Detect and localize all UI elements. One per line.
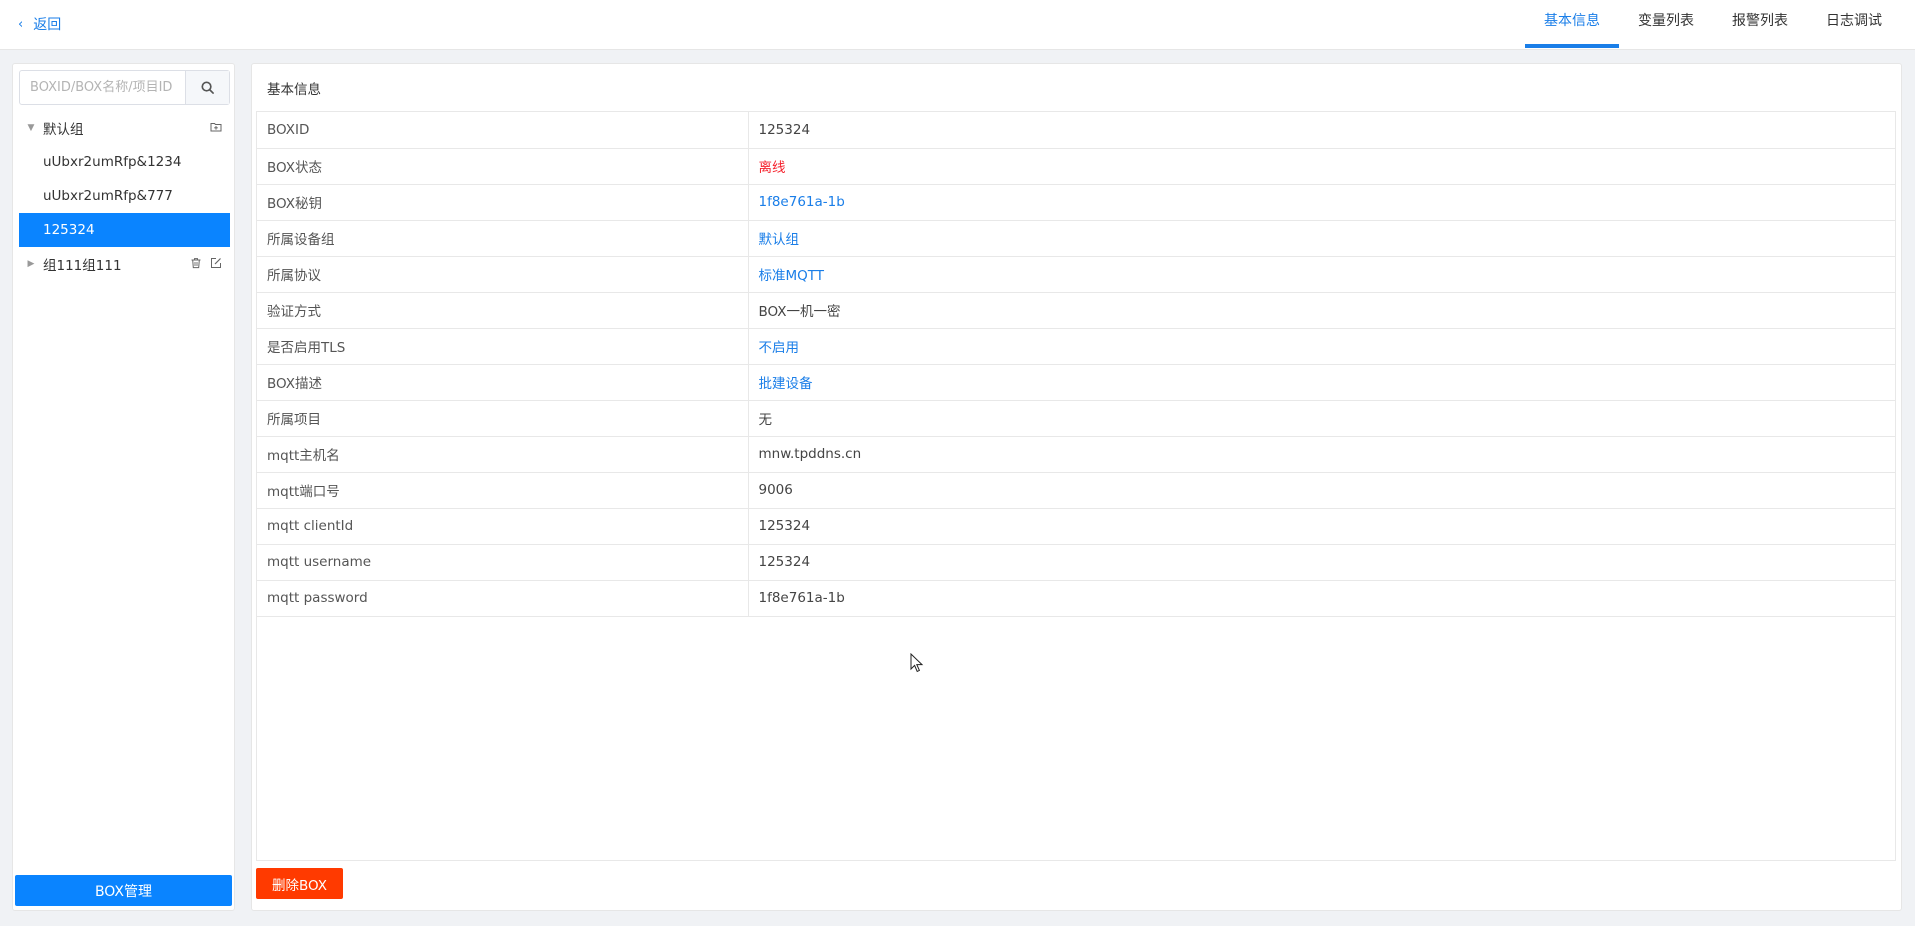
info-key: 所属项目 xyxy=(257,400,749,437)
info-value-link[interactable]: 1f8e761a-1b xyxy=(748,184,1895,221)
info-key: BOX描述 xyxy=(257,364,749,401)
delete-box-button[interactable]: 删除BOX xyxy=(256,868,343,899)
info-value-link[interactable]: 标准MQTT xyxy=(748,256,1895,293)
main-panel: 基本信息 BOXID 125324 BOX状态 离线 BOX秘钥 1f8e761a-1b 所… xyxy=(251,63,1902,911)
info-value: 1f8e761a-1b xyxy=(748,580,1895,617)
info-key: BOX状态 xyxy=(257,148,749,185)
caret-down-icon[interactable]: ▼ xyxy=(19,123,43,133)
box-manage-button[interactable]: BOX管理 xyxy=(15,875,232,906)
info-value: 125324 xyxy=(748,544,1895,581)
search-input[interactable] xyxy=(20,71,185,104)
info-value: BOX一机一密 xyxy=(748,292,1895,329)
top-bar: ‹ 返回 基本信息 变量列表 报警列表 日志调试 xyxy=(0,0,1915,50)
info-key: BOXID xyxy=(257,112,749,149)
search-icon xyxy=(201,81,214,94)
info-value: 125324 xyxy=(748,112,1895,149)
caret-right-icon[interactable]: ▶ xyxy=(19,259,43,269)
tab-basic-info[interactable]: 基本信息 xyxy=(1525,0,1619,50)
info-value-link[interactable]: 默认组 xyxy=(748,220,1895,257)
sidebar: ▼ 默认组 uUbxr2umRfp&1234 uUbxr2umRfp&777 1… xyxy=(12,63,235,911)
group-label: 默认组 xyxy=(43,122,84,138)
info-value: 9006 xyxy=(748,472,1895,509)
info-value: 离线 xyxy=(748,148,1895,185)
tree-item-device[interactable]: uUbxr2umRfp&1234 xyxy=(19,145,230,179)
info-row: 所属项目无 xyxy=(257,400,1895,437)
info-key: mqtt username xyxy=(257,544,749,581)
tree-group-default[interactable]: ▼ 默认组 xyxy=(19,111,230,145)
group-actions xyxy=(190,257,222,269)
info-value: 125324 xyxy=(748,508,1895,545)
info-row: 验证方式 BOX一机一密 xyxy=(257,292,1895,329)
info-value-link[interactable]: 不启用 xyxy=(748,328,1895,365)
delete-icon[interactable] xyxy=(190,257,202,269)
edit-icon[interactable] xyxy=(210,257,222,269)
info-key: 所属协议 xyxy=(257,256,749,293)
info-key: mqtt clientId xyxy=(257,508,749,545)
info-row: mqtt username 125324 xyxy=(257,544,1895,581)
panel-title: 基本信息 xyxy=(267,82,321,98)
back-label: 返回 xyxy=(33,17,62,33)
tab-log-debug[interactable]: 日志调试 xyxy=(1807,0,1901,50)
info-row: BOX状态 离线 xyxy=(257,148,1895,185)
back-link[interactable]: ‹ 返回 xyxy=(18,14,61,34)
tab-variable-list[interactable]: 变量列表 xyxy=(1619,0,1713,50)
tree-group-111[interactable]: ▶ 组111组111 xyxy=(19,247,230,281)
info-key: 所属设备组 xyxy=(257,220,749,257)
info-row: mqtt主机名 mnw.tpddns.cn xyxy=(257,436,1895,473)
device-tree: ▼ 默认组 uUbxr2umRfp&1234 uUbxr2umRfp&777 1… xyxy=(19,111,230,281)
tree-item-device[interactable]: uUbxr2umRfp&777 xyxy=(19,179,230,213)
info-key: BOX秘钥 xyxy=(257,184,749,221)
info-row: 是否启用TLS 不启用 xyxy=(257,328,1895,365)
tree-item-device-selected[interactable]: 125324 xyxy=(19,213,230,247)
chevron-left-icon: ‹ xyxy=(18,16,24,32)
search-button[interactable] xyxy=(185,71,229,104)
info-table: BOXID 125324 BOX状态 离线 BOX秘钥 1f8e761a-1b 所属设备组默… xyxy=(256,111,1896,861)
info-key: mqtt端口号 xyxy=(257,472,749,509)
info-row: mqtt password 1f8e761a-1b xyxy=(257,580,1895,617)
info-value: 无 xyxy=(748,400,1895,437)
add-folder-icon[interactable] xyxy=(210,121,222,133)
tab-bar: 基本信息 变量列表 报警列表 日志调试 xyxy=(1525,0,1901,50)
info-value: mnw.tpddns.cn xyxy=(748,436,1895,473)
info-key: mqtt主机名 xyxy=(257,436,749,473)
info-row: 所属设备组 默认组 xyxy=(257,220,1895,257)
info-row: 所属协议 标准MQTT xyxy=(257,256,1895,293)
mouse-cursor-icon xyxy=(910,653,924,673)
info-key: 验证方式 xyxy=(257,292,749,329)
info-row: BOX描述 批建设备 xyxy=(257,364,1895,401)
info-key: 是否启用TLS xyxy=(257,328,749,365)
search-box xyxy=(19,70,230,105)
group-actions xyxy=(210,121,222,133)
info-key: mqtt password xyxy=(257,580,749,617)
info-row: mqtt clientId 125324 xyxy=(257,508,1895,545)
tab-alarm-list[interactable]: 报警列表 xyxy=(1713,0,1807,50)
info-row: BOX秘钥 1f8e761a-1b xyxy=(257,184,1895,221)
info-row: BOXID 125324 xyxy=(257,112,1895,149)
group-label: 组111组111 xyxy=(43,258,122,274)
info-row: mqtt端口号 9006 xyxy=(257,472,1895,509)
info-value-link[interactable]: 批建设备 xyxy=(748,364,1895,401)
